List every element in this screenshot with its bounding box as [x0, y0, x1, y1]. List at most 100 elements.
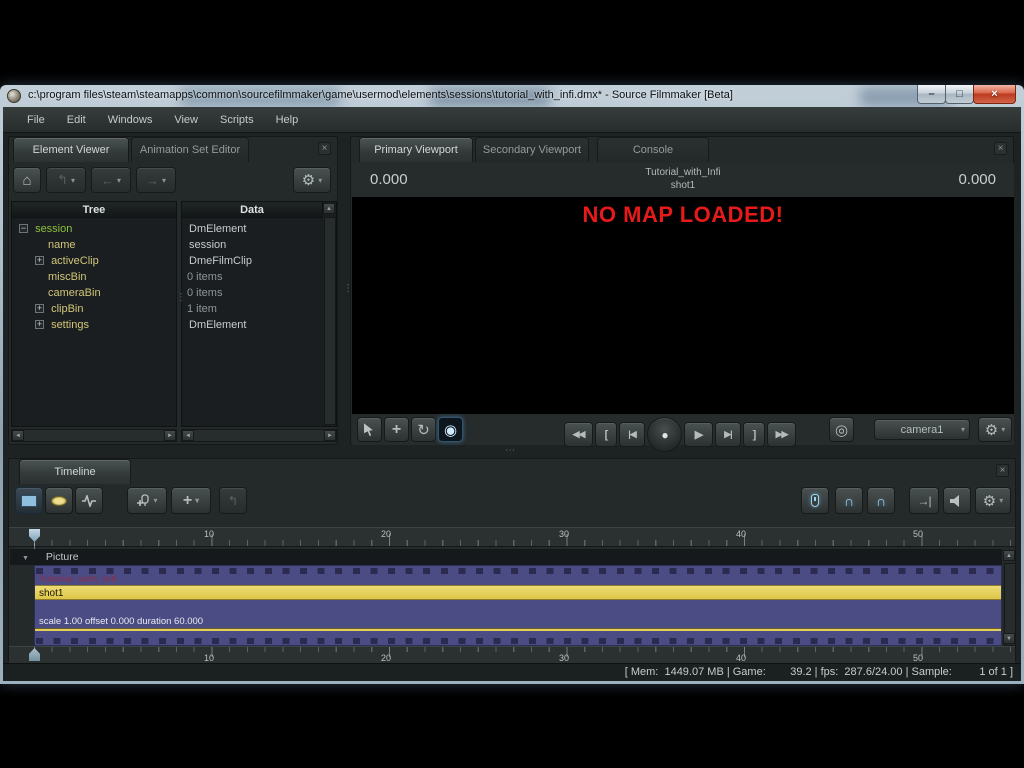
tree-row-miscbin[interactable]: miscBin — [48, 269, 87, 285]
scroll-up-icon[interactable]: ▲ — [1003, 550, 1015, 561]
audio-mute-button[interactable] — [943, 487, 971, 514]
work-camera-toggle-button[interactable]: ◉ — [438, 417, 463, 442]
nav-up-button[interactable]: ↰ ▾ — [46, 167, 86, 193]
tree-column-header[interactable]: Tree — [11, 201, 177, 218]
viewport-settings-button[interactable]: ⚙ ▾ — [978, 417, 1012, 442]
go-to-start-button[interactable]: |◀ — [619, 422, 645, 447]
collapse-expander-icon[interactable]: − — [19, 224, 28, 233]
element-viewer-settings-button[interactable]: ⚙ ▾ — [293, 167, 331, 193]
data-value[interactable]: DmElement — [189, 221, 246, 237]
tree-row-camerabin[interactable]: cameraBin — [48, 285, 101, 301]
data-value[interactable]: 0 items — [187, 285, 222, 301]
column-splitter-handle[interactable]: ⋯ — [175, 292, 186, 303]
film-clip-track[interactable]: Tutorial_with_Infi shot1 scale 1.00 offs… — [34, 565, 1002, 646]
panel-splitter-horizontal-handle[interactable]: ⋯ — [505, 445, 516, 456]
go-to-end-button[interactable]: ▶| — [715, 422, 741, 447]
motion-editor-mode-button[interactable] — [45, 487, 73, 514]
menu-scripts[interactable]: Scripts — [211, 110, 263, 130]
move-tool-button[interactable]: + — [384, 417, 409, 442]
timeline-ruler-top[interactable]: 10 20 30 40 50 — [9, 527, 1015, 547]
tab-secondary-viewport[interactable]: Secondary Viewport — [475, 137, 589, 162]
menu-windows[interactable]: Windows — [99, 110, 162, 130]
camera-selector-dropdown[interactable]: camera1 ▾ — [874, 419, 970, 440]
picture-track-header[interactable]: ▼ Picture — [10, 549, 1002, 565]
snap-playhead-button[interactable] — [801, 487, 829, 514]
menu-edit[interactable]: Edit — [58, 110, 95, 130]
tab-primary-viewport[interactable]: Primary Viewport — [359, 137, 473, 162]
panel-close-icon[interactable]: × — [996, 464, 1009, 477]
nav-forward-button[interactable]: → ▾ — [136, 167, 176, 193]
graph-editor-mode-button[interactable] — [75, 487, 103, 514]
up-one-level-button[interactable]: ↰ — [219, 487, 247, 514]
data-value[interactable]: DmeFilmClip — [189, 253, 252, 269]
playback-transport: ◀◀ [ |◀ ● ▶ ▶|] ▶▶ — [564, 417, 796, 452]
data-vertical-scrollbar[interactable] — [324, 217, 336, 425]
scroll-up-icon[interactable]: ▲ — [323, 203, 335, 214]
scroll-right-icon[interactable]: ► — [164, 430, 176, 441]
menu-help[interactable]: Help — [267, 110, 308, 130]
scroll-down-icon[interactable]: ▼ — [1003, 633, 1015, 644]
viewport-render-area[interactable]: NO MAP LOADED! — [352, 197, 1014, 414]
add-bookmark-button[interactable]: ▾ — [127, 487, 167, 514]
time-selection-bar[interactable] — [35, 628, 1001, 631]
add-clip-button[interactable]: + ▾ — [171, 487, 211, 514]
expand-expander-icon[interactable]: + — [35, 320, 44, 329]
menu-view[interactable]: View — [165, 110, 207, 130]
data-value[interactable]: 0 items — [187, 269, 222, 285]
close-button[interactable]: × — [973, 85, 1016, 104]
tab-console[interactable]: Console — [597, 137, 709, 162]
play-button[interactable]: ▶ — [684, 422, 713, 447]
tab-animation-set-editor[interactable]: Animation Set Editor — [131, 137, 249, 162]
set-in-point-button[interactable]: [ — [595, 422, 617, 447]
data-value[interactable]: 1 item — [187, 301, 217, 317]
panel-close-icon[interactable]: × — [994, 142, 1007, 155]
scroll-left-icon[interactable]: ◄ — [12, 430, 24, 441]
timeline-settings-button[interactable]: ⚙ ▾ — [975, 487, 1011, 514]
timeline-panel: Timeline × ▾ + ▾ ↰ ∩ ∩ →| ⚙ ▾ 10 20 30 4… — [8, 458, 1016, 663]
tree-row-settings[interactable]: + settings — [35, 317, 89, 333]
viewport-session-shot-label: Tutorial_with_Infi shot1 — [352, 166, 1014, 192]
minimize-button[interactable]: – — [917, 85, 946, 104]
viewport-time-left: 0.000 — [370, 171, 408, 188]
magnet-pin-icon: ∩ — [875, 492, 887, 509]
tab-timeline[interactable]: Timeline — [19, 459, 131, 484]
jump-to-end-button[interactable]: →| — [909, 487, 939, 514]
data-value[interactable]: DmElement — [189, 317, 246, 333]
tree-row-activeclip[interactable]: + activeClip — [35, 253, 99, 269]
nav-back-button[interactable]: ← ▾ — [91, 167, 131, 193]
shot-clip-bar[interactable]: shot1 — [35, 585, 1001, 600]
title-bar[interactable]: c:\program files\steam\steamapps\common\… — [0, 85, 1024, 107]
menu-file[interactable]: File — [18, 110, 54, 130]
magnet-icon: ∩ — [843, 492, 855, 509]
home-button[interactable]: ⌂ — [13, 167, 41, 193]
rewind-button[interactable]: ◀◀ — [564, 422, 593, 447]
select-tool-button[interactable] — [357, 417, 382, 442]
snap-magnet-pin-button[interactable]: ∩ — [867, 487, 895, 514]
scroll-left-icon[interactable]: ◄ — [182, 430, 194, 441]
clip-editor-mode-button[interactable] — [15, 487, 43, 514]
timeline-ruler-bottom[interactable]: 10 20 30 40 50 — [9, 646, 1015, 663]
tab-element-viewer[interactable]: Element Viewer — [13, 137, 129, 162]
panel-close-icon[interactable]: × — [318, 142, 331, 155]
data-column-header[interactable]: Data — [181, 201, 323, 218]
rotate-tool-button[interactable]: ↻ — [411, 417, 436, 442]
record-button[interactable]: ● — [647, 417, 682, 452]
maximize-button[interactable]: □ — [945, 85, 974, 104]
set-out-point-button[interactable]: ] — [743, 422, 765, 447]
tree-row-clipbin[interactable]: + clipBin — [35, 301, 83, 317]
pin-icon — [811, 494, 819, 507]
tree-row-session[interactable]: − session — [19, 221, 72, 237]
tree-row-name[interactable]: name — [48, 237, 76, 253]
fast-forward-button[interactable]: ▶▶ — [767, 422, 796, 447]
expand-expander-icon[interactable]: + — [35, 256, 44, 265]
expand-expander-icon[interactable]: + — [35, 304, 44, 313]
tree-horizontal-scrollbar[interactable]: ◄ ► — [11, 429, 177, 442]
scroll-right-icon[interactable]: ► — [324, 430, 336, 441]
viewport-shot-name: shot1 — [670, 180, 696, 191]
camera-target-button[interactable]: ◎ — [829, 417, 854, 442]
data-value[interactable]: session — [189, 237, 226, 253]
collapse-triangle-icon[interactable]: ▼ — [22, 555, 29, 562]
data-horizontal-scrollbar[interactable]: ◄ ► — [181, 429, 337, 442]
chevron-down-icon: ▾ — [195, 496, 200, 505]
snap-magnet-button[interactable]: ∩ — [835, 487, 863, 514]
